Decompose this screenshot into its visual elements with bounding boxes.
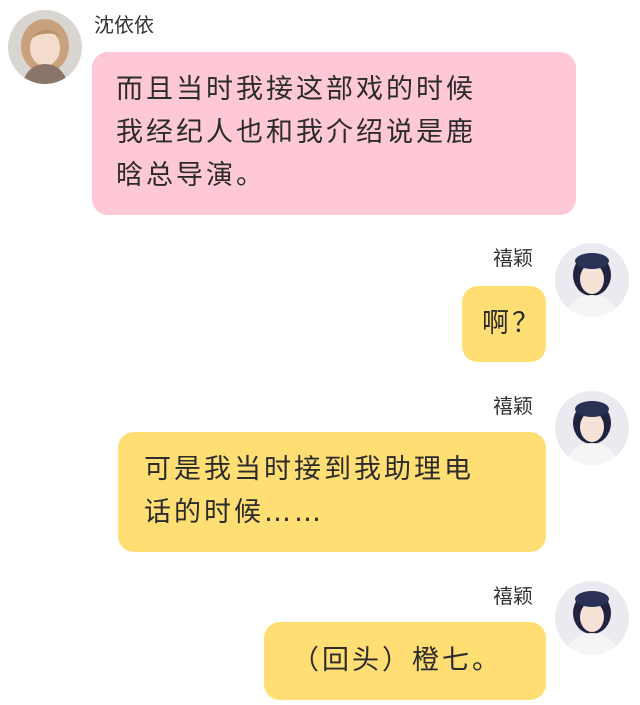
message-text-line: 可是我当时接到我助理电: [144, 454, 474, 485]
message-text-line: 啊？: [482, 308, 542, 339]
avatar-xi-ying[interactable]: [555, 581, 629, 655]
sender-name: 禧颖: [493, 246, 533, 270]
avatar-shen-yiyi[interactable]: [8, 10, 82, 84]
message-bubble[interactable]: 啊？: [462, 286, 546, 362]
message-bubble[interactable]: （回头）橙七。: [264, 622, 546, 700]
sender-name: 沈依依: [94, 13, 154, 37]
message-text-line: 话的时候……: [144, 497, 324, 528]
avatar-xi-ying[interactable]: [555, 391, 629, 465]
avatar-xi-ying[interactable]: [555, 243, 629, 317]
message-text-line: （回头）橙七。: [292, 645, 502, 676]
message-bubble[interactable]: 可是我当时接到我助理电 话的时候……: [118, 432, 546, 552]
message-text-line: 而且当时我接这部戏的时候: [116, 74, 476, 105]
message-bubble[interactable]: 而且当时我接这部戏的时候 我经纪人也和我介绍说是鹿 晗总导演。: [92, 52, 576, 215]
sender-name: 禧颖: [493, 584, 533, 608]
sender-name: 禧颖: [493, 394, 533, 418]
message-text-line: 晗总导演。: [116, 160, 266, 191]
message-text-line: 我经纪人也和我介绍说是鹿: [116, 117, 476, 148]
